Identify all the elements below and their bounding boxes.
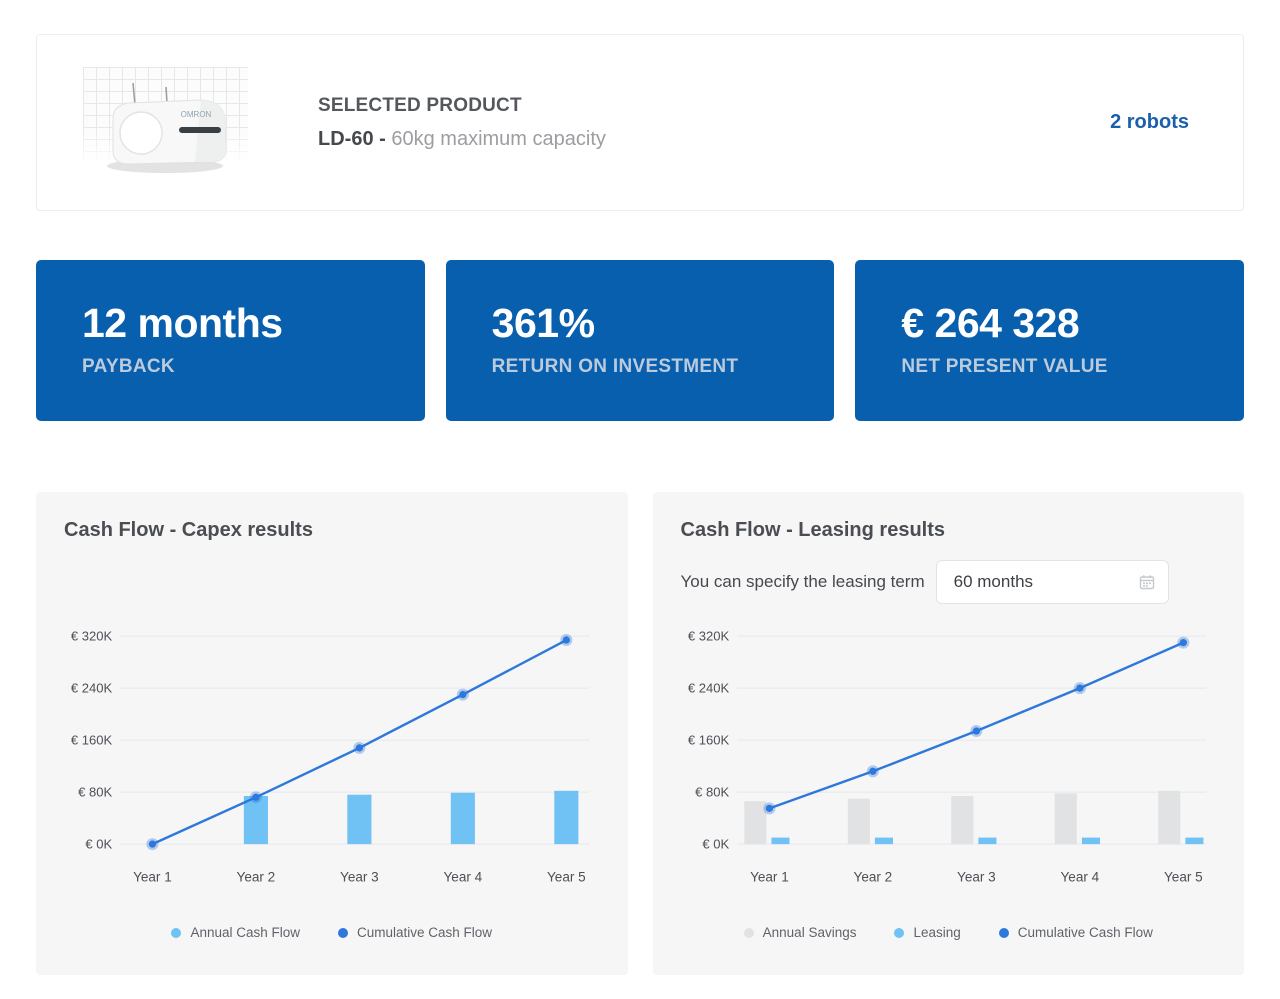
legend-label: Annual Cash Flow xyxy=(190,925,300,940)
kpi-row: 12 months PAYBACK 361% RETURN ON INVESTM… xyxy=(36,260,1244,421)
leasing-term-label: You can specify the leasing term xyxy=(681,572,925,592)
legend-label: Leasing xyxy=(913,925,960,940)
svg-text:Year 1: Year 1 xyxy=(750,869,789,884)
leasing-control-row: You can specify the leasing term xyxy=(681,560,1217,604)
svg-text:€ 80K: € 80K xyxy=(78,785,112,800)
legend-item[interactable]: Annual Savings xyxy=(744,925,857,940)
robot-illustration: OMRON xyxy=(83,67,248,179)
robots-count-link[interactable]: 2 robots xyxy=(1110,111,1189,134)
legend-item[interactable]: Leasing xyxy=(894,925,960,940)
product-text: SELECTED PRODUCT LD-60 - 60kg maximum ca… xyxy=(318,95,606,151)
chart-card-capex: Cash Flow - Capex results € 0K € 80K € 160… xyxy=(36,492,628,975)
chart-card-leasing: Cash Flow - Leasing results You can spec… xyxy=(653,492,1245,975)
product-description-line: LD-60 - 60kg maximum capacity xyxy=(318,128,606,151)
leasing-chart-legend: Annual Savings Leasing Cumulative Cash Flo… xyxy=(681,925,1217,940)
leasing-term-field[interactable] xyxy=(936,560,1169,604)
capex-chart: € 0K € 80K € 160K € 240K € 320K Year 1 Year 2 Y… xyxy=(64,610,600,911)
page: OMRON SELECTED PRODUCT LD-60 - 60kg maxi… xyxy=(0,0,1280,999)
kpi-label: RETURN ON INVESTMENT xyxy=(492,356,835,378)
leasing-chart: € 0K € 80K € 160K € 240K € 320K Year 1 Year 2 Y… xyxy=(681,610,1217,911)
svg-text:€ 0K: € 0K xyxy=(702,837,729,852)
svg-text:Year 5: Year 5 xyxy=(1164,869,1203,884)
svg-text:Year 3: Year 3 xyxy=(340,869,379,884)
svg-text:€ 160K: € 160K xyxy=(71,733,113,748)
robot-product-image: OMRON xyxy=(83,67,248,179)
kpi-card-npv: € 264 328 NET PRESENT VALUE xyxy=(855,260,1244,421)
legend-label: Annual Savings xyxy=(763,925,857,940)
product-name: LD-60 - xyxy=(318,128,391,150)
legend-dot-icon xyxy=(999,928,1009,938)
svg-text:€ 80K: € 80K xyxy=(695,785,729,800)
capex-spacer-row xyxy=(64,560,600,604)
legend-dot-icon xyxy=(894,928,904,938)
chart-title-capex: Cash Flow - Capex results xyxy=(64,516,600,544)
kpi-value: 361% xyxy=(492,303,835,344)
svg-text:€ 160K: € 160K xyxy=(687,733,729,748)
legend-dot-icon xyxy=(338,928,348,938)
product-description: 60kg maximum capacity xyxy=(391,128,606,150)
legend-dot-icon xyxy=(744,928,754,938)
svg-text:€ 320K: € 320K xyxy=(71,629,113,644)
svg-text:Year 2: Year 2 xyxy=(237,869,276,884)
capex-chart-legend: Annual Cash Flow Cumulative Cash Flow xyxy=(64,925,600,940)
svg-text:Year 4: Year 4 xyxy=(444,869,483,884)
kpi-value: € 264 328 xyxy=(901,303,1244,344)
svg-text:Year 3: Year 3 xyxy=(957,869,996,884)
svg-text:Year 5: Year 5 xyxy=(547,869,586,884)
kpi-value: 12 months xyxy=(82,303,425,344)
leasing-term-input[interactable] xyxy=(952,571,1139,593)
legend-item[interactable]: Cumulative Cash Flow xyxy=(338,925,492,940)
svg-text:Year 2: Year 2 xyxy=(853,869,892,884)
legend-item[interactable]: Cumulative Cash Flow xyxy=(999,925,1153,940)
legend-label: Cumulative Cash Flow xyxy=(357,925,492,940)
kpi-label: PAYBACK xyxy=(82,356,425,378)
kpi-label: NET PRESENT VALUE xyxy=(901,356,1244,378)
chart-title-leasing: Cash Flow - Leasing results xyxy=(681,516,1217,544)
svg-text:Year 4: Year 4 xyxy=(1060,869,1099,884)
legend-label: Cumulative Cash Flow xyxy=(1018,925,1153,940)
svg-text:€ 0K: € 0K xyxy=(85,837,112,852)
legend-item[interactable]: Annual Cash Flow xyxy=(171,925,300,940)
svg-text:€ 240K: € 240K xyxy=(71,681,113,696)
kpi-card-payback: 12 months PAYBACK xyxy=(36,260,425,421)
kpi-card-roi: 361% RETURN ON INVESTMENT xyxy=(446,260,835,421)
calendar-icon[interactable] xyxy=(1139,574,1155,590)
selected-product-card: OMRON SELECTED PRODUCT LD-60 - 60kg maxi… xyxy=(36,34,1244,211)
selected-product-label: SELECTED PRODUCT xyxy=(318,95,606,117)
svg-text:€ 240K: € 240K xyxy=(687,681,729,696)
robot-brand-label: OMRON xyxy=(181,110,212,119)
legend-dot-icon xyxy=(171,928,181,938)
svg-text:€ 320K: € 320K xyxy=(687,629,729,644)
svg-text:Year 1: Year 1 xyxy=(133,869,172,884)
charts-row: Cash Flow - Capex results € 0K € 80K € 160… xyxy=(36,492,1244,975)
